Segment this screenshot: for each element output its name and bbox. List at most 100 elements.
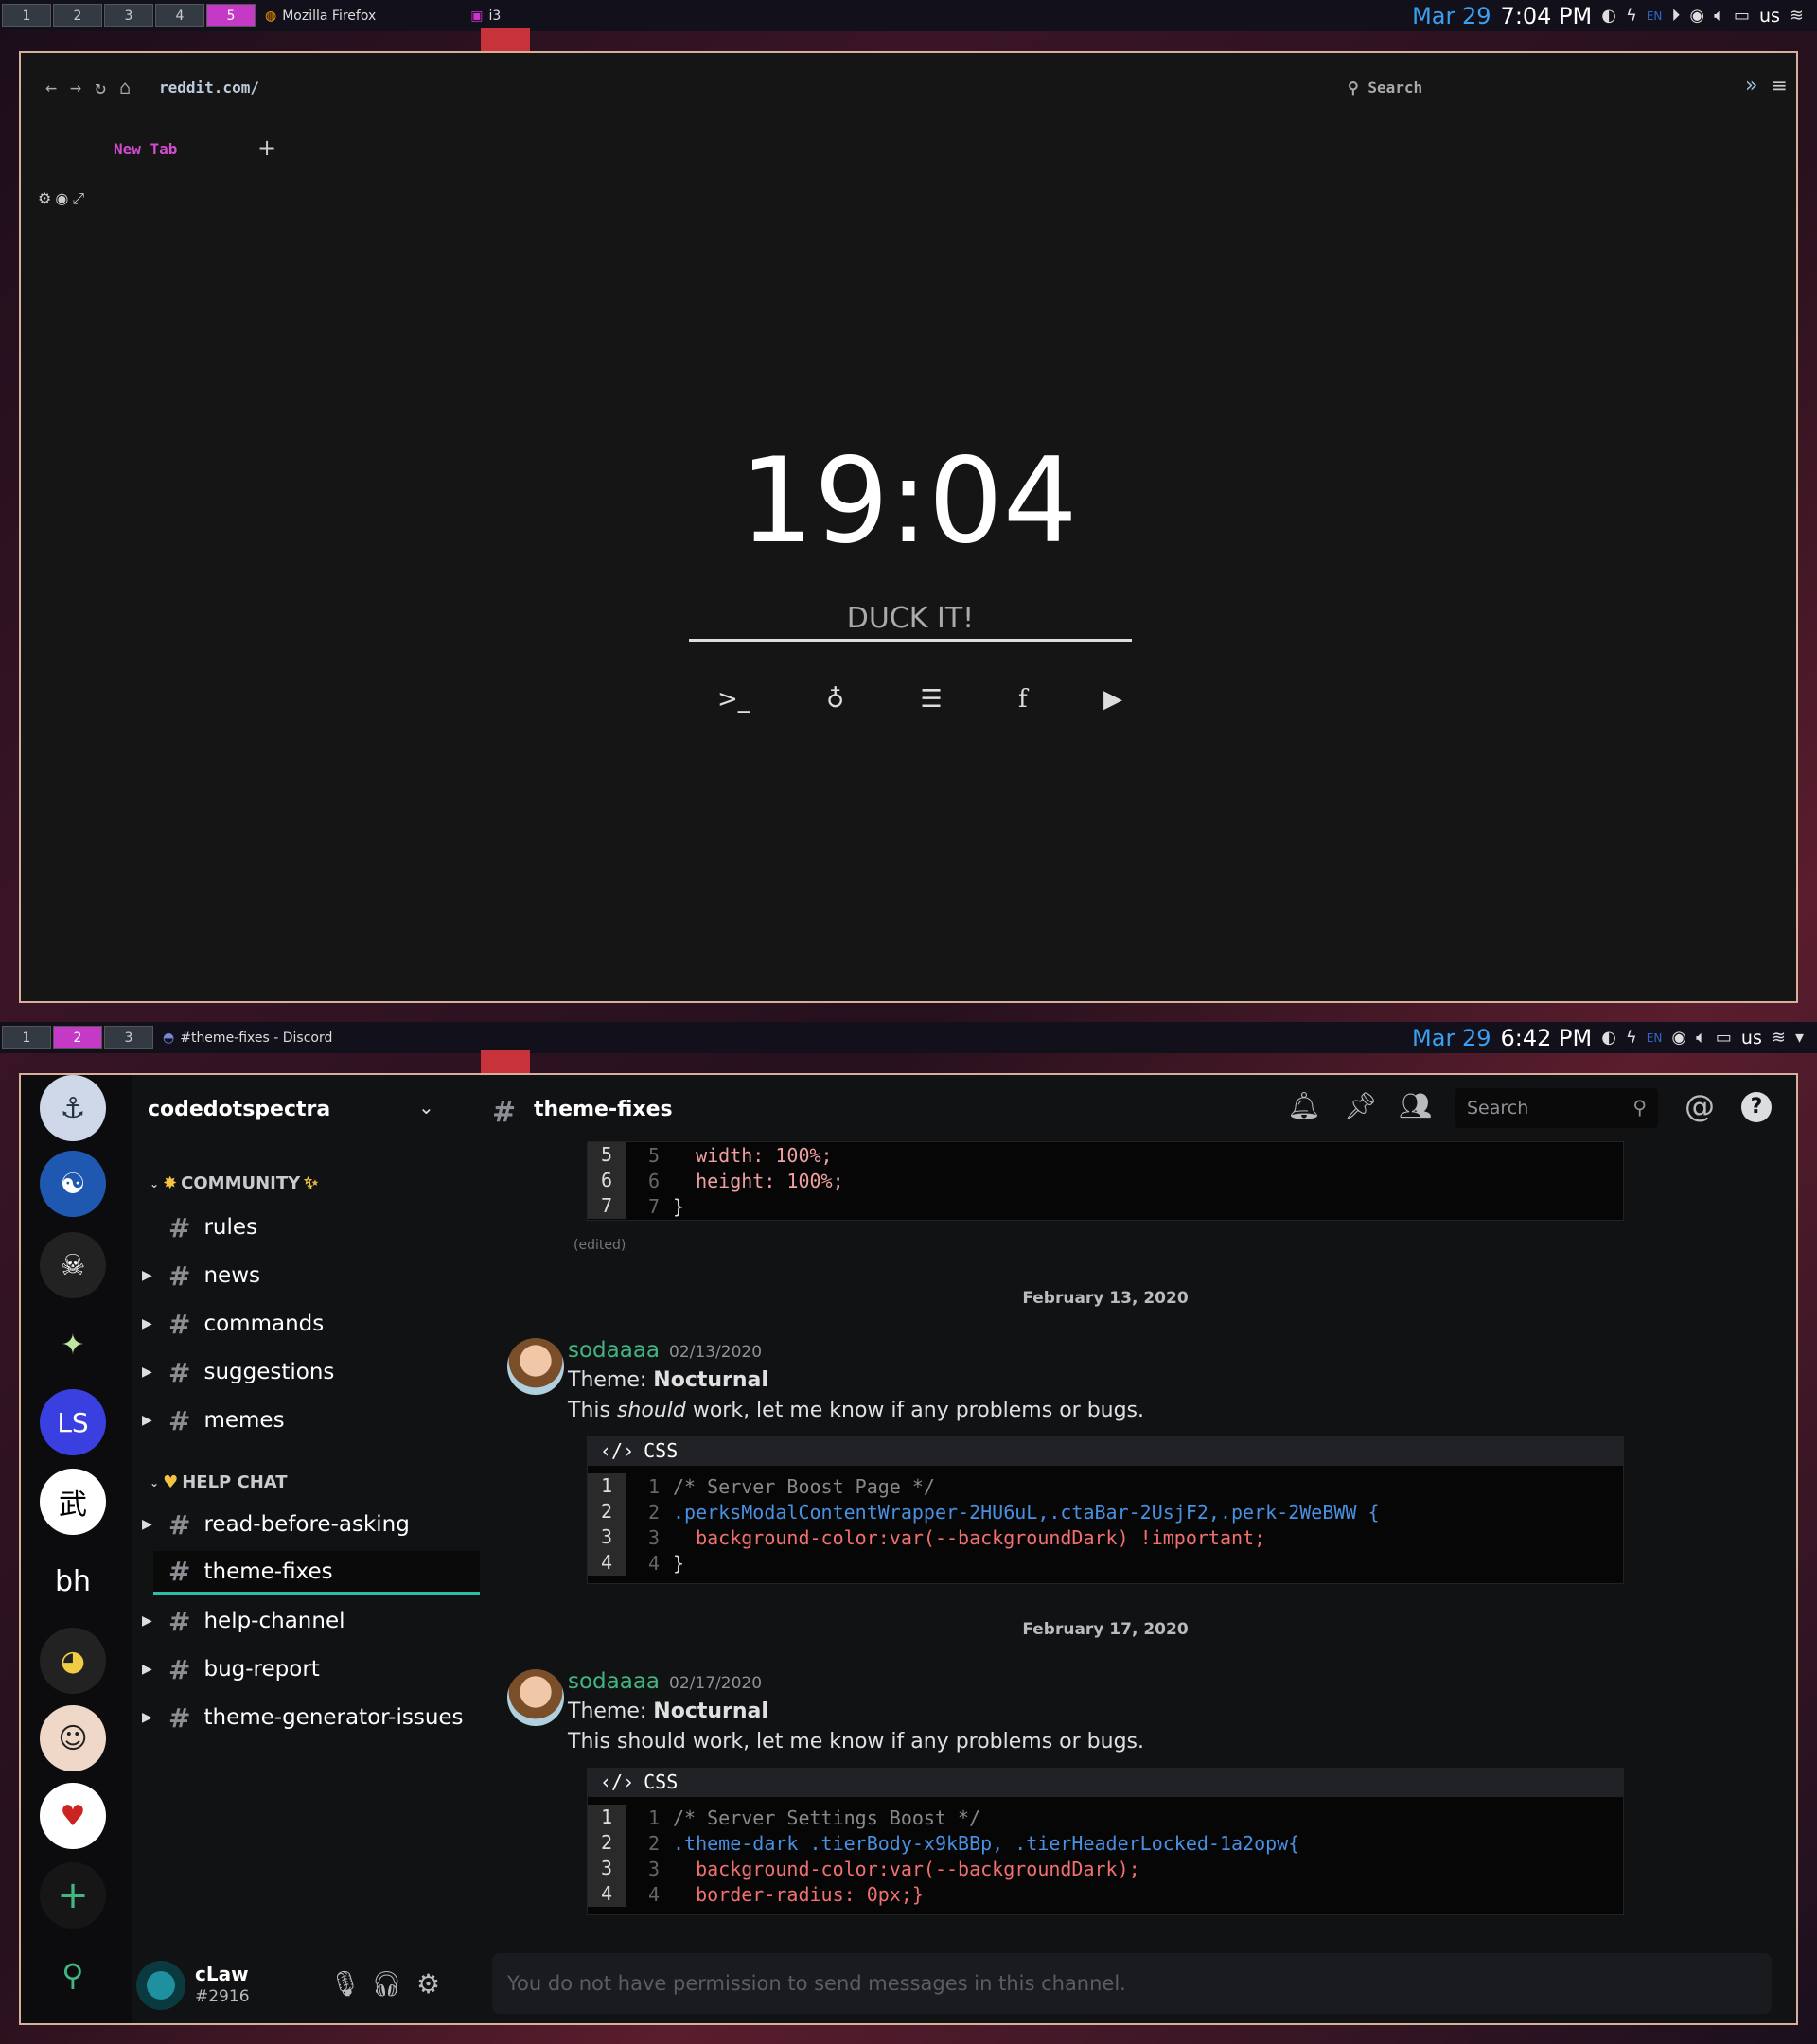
channel-read-before-asking[interactable]: ▶ # read-before-asking bbox=[142, 1503, 480, 1546]
expand-icon[interactable]: ⤢ bbox=[72, 189, 84, 208]
bell-icon[interactable]: 🔔︎ bbox=[1287, 1090, 1321, 1121]
volume-icon-b[interactable]: 🔈︎ bbox=[1696, 1028, 1706, 1048]
author-name[interactable]: sodaaaa bbox=[568, 1669, 660, 1694]
play-icon[interactable]: ⏵ bbox=[1671, 6, 1680, 26]
microphone-icon[interactable]: 🎙︎ bbox=[329, 1970, 361, 1999]
discord-tray-icon-b[interactable]: ◐ bbox=[1601, 1028, 1616, 1048]
channel-rules[interactable]: # rules bbox=[153, 1206, 480, 1249]
headphones-icon[interactable]: 🎧︎ bbox=[371, 1970, 402, 1999]
new-tab-button[interactable]: + bbox=[257, 134, 276, 161]
window-title-discord[interactable]: ◓ #theme-fixes - Discord bbox=[163, 1031, 332, 1046]
workspace-2-b[interactable]: 2 bbox=[53, 1026, 102, 1049]
flame-tray-icon[interactable]: ϟ bbox=[1626, 6, 1637, 26]
server-eye[interactable]: ◕ bbox=[40, 1628, 106, 1694]
user-avatar[interactable] bbox=[136, 1961, 185, 2010]
firefox-window: ← → ↻ ⌂ reddit.com/ ⚲ Search » ≡ New Tab… bbox=[19, 51, 1798, 1003]
workspace-2[interactable]: 2 bbox=[53, 4, 102, 27]
workspace-3-b[interactable]: 3 bbox=[104, 1026, 153, 1049]
back-icon[interactable]: ← bbox=[45, 76, 57, 98]
author-avatar[interactable] bbox=[507, 1669, 564, 1726]
members-icon[interactable]: 👥︎ bbox=[1399, 1090, 1433, 1121]
caret-right-icon: ▶ bbox=[142, 1316, 152, 1331]
server-menu-chevron-icon[interactable]: ⌄ bbox=[418, 1096, 434, 1119]
caret-down-icon[interactable]: ▾ bbox=[1795, 1028, 1804, 1048]
author-avatar[interactable] bbox=[507, 1338, 564, 1395]
flame-tray-icon-b[interactable]: ϟ bbox=[1626, 1028, 1637, 1048]
server-bh[interactable]: bh bbox=[40, 1548, 106, 1614]
server-star[interactable]: ✦ bbox=[40, 1312, 106, 1378]
settings-gear-icon[interactable]: ⚙ bbox=[416, 1968, 440, 2000]
window-title-firefox[interactable]: ◍ Mozilla Firefox bbox=[265, 9, 376, 24]
gear-icon[interactable]: ⚙ bbox=[38, 189, 51, 208]
category-help-chat[interactable]: ⌄ ♥ HELP CHAT bbox=[150, 1472, 288, 1492]
keyboard-layout-b[interactable]: us bbox=[1741, 1028, 1762, 1048]
hash-icon: # bbox=[168, 1404, 191, 1436]
keyboard-layout[interactable]: us bbox=[1759, 6, 1780, 26]
wifi-icon-b[interactable]: ≋ bbox=[1772, 1028, 1786, 1048]
server-anime[interactable]: ☺ bbox=[40, 1705, 106, 1771]
hash-icon: # bbox=[168, 1308, 191, 1340]
window-title-i3[interactable]: ▣ i3 bbox=[470, 9, 501, 24]
channel-news[interactable]: ▶ # news bbox=[142, 1254, 480, 1297]
search-bar[interactable]: ⚲ Search bbox=[1348, 79, 1422, 97]
server-ls[interactable]: LS bbox=[40, 1389, 106, 1455]
server-yinyang[interactable]: ☯ bbox=[40, 1151, 106, 1217]
code-line: 55 width: 100%; bbox=[588, 1142, 1623, 1168]
channel-bug-report[interactable]: ▶ # bug-report bbox=[142, 1648, 480, 1691]
locale-label: EN bbox=[1646, 9, 1663, 23]
wifi-icon[interactable]: ≋ bbox=[1790, 6, 1804, 26]
channel-theme-generator-issues[interactable]: ▶ # theme-generator-issues bbox=[142, 1696, 480, 1739]
category-community[interactable]: ⌄ ✸ COMMUNITY ✨︎ bbox=[150, 1173, 318, 1193]
mentions-icon[interactable]: @ bbox=[1685, 1088, 1715, 1124]
hash-icon: # bbox=[168, 1211, 191, 1243]
search-servers-icon[interactable]: ⚲ bbox=[40, 1942, 106, 2008]
brightness-icon-b[interactable]: ◉ bbox=[1671, 1028, 1686, 1048]
server-icon[interactable]: ☰ bbox=[920, 685, 942, 714]
shortcut-row: >_ ♁ ☰ f ▶ bbox=[717, 685, 1122, 714]
forward-icon[interactable]: → bbox=[70, 76, 81, 98]
server-ghost[interactable]: ♥ bbox=[40, 1783, 106, 1849]
search-input[interactable]: Search ⚲ bbox=[1455, 1088, 1658, 1128]
tab-new-tab[interactable]: New Tab bbox=[114, 140, 177, 158]
server-seal[interactable]: ⚓ bbox=[40, 1075, 106, 1141]
duck-search-input[interactable]: DUCK IT! bbox=[689, 596, 1132, 642]
workspace-3[interactable]: 3 bbox=[104, 4, 153, 27]
terminal-icon[interactable]: >_ bbox=[717, 685, 750, 714]
channel-title: theme-fixes bbox=[534, 1098, 673, 1121]
time-label-b: 6:42 PM bbox=[1500, 1024, 1593, 1051]
channel-suggestions[interactable]: ▶ # suggestions bbox=[142, 1350, 480, 1394]
menu-icon[interactable]: ≡ bbox=[1772, 74, 1788, 97]
hash-icon: # bbox=[168, 1605, 191, 1637]
discord-icon: ◓ bbox=[163, 1030, 175, 1046]
brightness-icon[interactable]: ◉ bbox=[1689, 6, 1704, 26]
server-pirate[interactable]: ☠ bbox=[40, 1232, 106, 1298]
workspace-5[interactable]: 5 bbox=[206, 4, 256, 27]
home-icon[interactable]: ⌂ bbox=[119, 76, 131, 98]
date-label-b: Mar 29 bbox=[1412, 1024, 1491, 1051]
workspace-4[interactable]: 4 bbox=[155, 4, 204, 27]
pin-icon[interactable]: 📌︎ bbox=[1344, 1090, 1378, 1121]
github-icon[interactable]: ♁ bbox=[826, 685, 844, 714]
channel-memes[interactable]: ▶ # memes bbox=[142, 1399, 480, 1442]
facebook-icon[interactable]: f bbox=[1018, 685, 1028, 714]
workspace-1-b[interactable]: 1 bbox=[2, 1026, 51, 1049]
channel-theme-fixes[interactable]: # theme-fixes bbox=[153, 1551, 480, 1595]
help-icon[interactable]: ? bbox=[1741, 1092, 1772, 1122]
server-kanji[interactable]: 武 bbox=[40, 1469, 106, 1535]
discord-tray-icon[interactable]: ◐ bbox=[1601, 6, 1616, 26]
hash-icon: # bbox=[168, 1356, 191, 1388]
overflow-icon[interactable]: » bbox=[1745, 74, 1757, 97]
channel-commands[interactable]: ▶ # commands bbox=[142, 1302, 480, 1346]
url-bar[interactable]: reddit.com/ bbox=[159, 79, 259, 97]
message-text: This should work, let me know if any pro… bbox=[568, 1730, 1145, 1753]
eye-icon[interactable]: ◉ bbox=[55, 189, 68, 208]
server-name[interactable]: codedotspectra bbox=[148, 1098, 330, 1121]
youtube-icon[interactable]: ▶ bbox=[1103, 685, 1122, 714]
author-name[interactable]: sodaaaa bbox=[568, 1338, 660, 1363]
add-server-button[interactable]: + bbox=[40, 1862, 106, 1929]
volume-icon[interactable]: 🔈︎ bbox=[1714, 6, 1724, 26]
reload-icon[interactable]: ↻ bbox=[95, 76, 106, 98]
message-input[interactable]: You do not have permission to send messa… bbox=[492, 1953, 1772, 2014]
channel-help-channel[interactable]: ▶ # help-channel bbox=[142, 1599, 480, 1643]
workspace-1[interactable]: 1 bbox=[2, 4, 51, 27]
